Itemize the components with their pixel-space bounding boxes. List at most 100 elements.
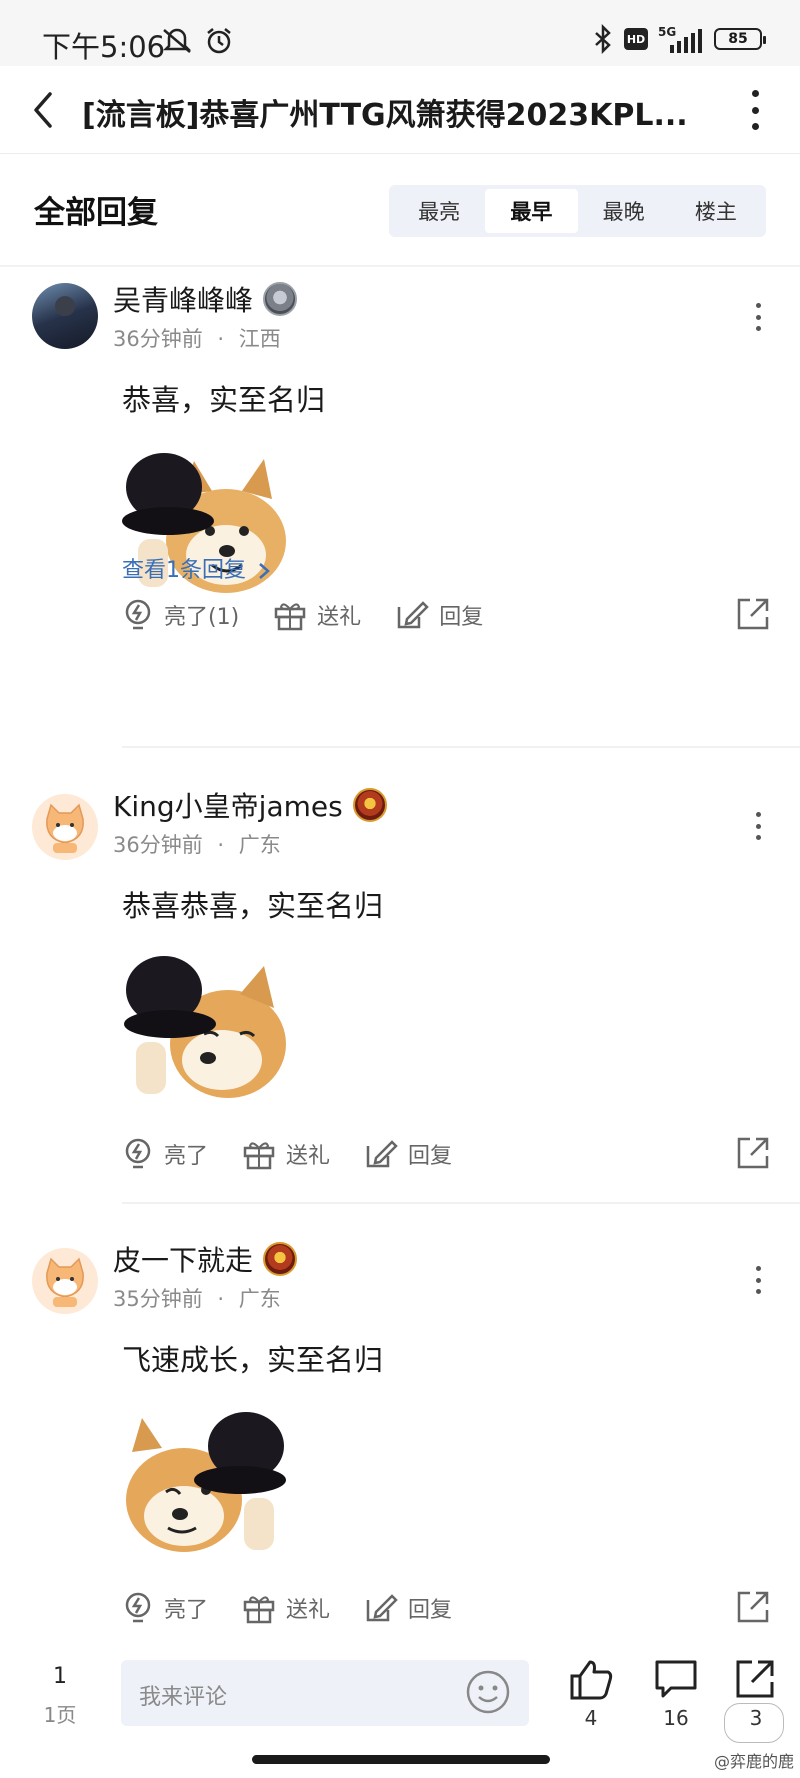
username[interactable]: 皮一下就走 <box>113 1239 253 1279</box>
comment-meta: 35分钟前 · 广东 <box>113 1283 281 1313</box>
user-badge-icon <box>263 282 298 316</box>
light-label: 亮了 <box>164 1598 209 1623</box>
reply-button[interactable]: 回复 <box>364 1138 452 1170</box>
edit-reply-icon <box>366 1140 398 1168</box>
comment-item: 皮一下就走 35分钟前 · 广东 飞速成长，实至名归 亮了 送礼 回复 <box>0 1224 800 1644</box>
divider <box>122 1202 800 1204</box>
status-icons-right: HD 5G 85 <box>592 24 766 54</box>
page-title: [流言板]恭喜广州TTG风箫获得2023KPL... <box>82 98 688 133</box>
watermark: @弈鹿的鹿 <box>713 1752 794 1771</box>
comment-time: 36分钟前 <box>113 833 203 857</box>
bluetooth-icon <box>595 24 611 54</box>
avatar[interactable] <box>32 794 98 860</box>
comment-more-icon[interactable] <box>754 1266 762 1294</box>
like-count: 4 <box>584 1706 598 1730</box>
meta-separator: · <box>217 327 225 351</box>
comments-button[interactable]: 16 <box>648 1658 704 1730</box>
weibo-watermark-logo <box>724 1703 784 1743</box>
username-row: 吴青峰峰峰 <box>113 279 298 319</box>
reply-button[interactable]: 回复 <box>395 599 483 631</box>
comment-item: 吴青峰峰峰 36分钟前 · 江西 恭喜，实至名归 查看1条回复 亮了(1) 送礼 <box>0 265 800 755</box>
comment-meta: 36分钟前 · 广东 <box>113 829 281 859</box>
username[interactable]: King小皇帝james <box>113 785 343 825</box>
sort-option-earliest[interactable]: 最早 <box>485 189 578 233</box>
gift-icon <box>274 603 306 631</box>
comment-time: 35分钟前 <box>113 1287 203 1311</box>
comment-location: 广东 <box>238 1287 281 1311</box>
light-button[interactable]: 亮了 <box>122 1136 208 1172</box>
view-replies-link[interactable]: 查看1条回复 <box>122 552 271 584</box>
chevron-right-icon <box>259 563 270 579</box>
comment-more-icon[interactable] <box>754 812 762 840</box>
gift-label: 送礼 <box>286 1598 331 1623</box>
comment-more-icon[interactable] <box>754 303 762 331</box>
home-indicator[interactable] <box>252 1755 550 1764</box>
username[interactable]: 吴青峰峰峰 <box>113 279 253 319</box>
like-button[interactable]: 4 <box>563 1658 619 1730</box>
sort-segmented-control: 最亮 最早 最晚 楼主 <box>389 185 766 237</box>
avatar[interactable] <box>32 1248 98 1314</box>
page-number: 1 <box>53 1664 67 1689</box>
back-arrow-icon[interactable] <box>28 88 58 132</box>
comment-time: 36分钟前 <box>113 327 203 351</box>
username-row: 皮一下就走 <box>113 1239 298 1279</box>
lightbulb-icon <box>125 1138 151 1169</box>
comment-location: 江西 <box>238 327 281 351</box>
comment-input[interactable]: 我来评论 <box>121 1660 529 1726</box>
sort-option-latest[interactable]: 最晚 <box>578 189 670 233</box>
username-row: King小皇帝james <box>113 785 387 825</box>
gift-button[interactable]: 送礼 <box>273 599 361 631</box>
user-badge-icon <box>263 1242 298 1276</box>
comment-text: 恭喜恭喜，实至名归 <box>122 889 384 923</box>
cat-avatar-icon <box>46 1257 84 1307</box>
battery-icon: 85 <box>714 28 766 50</box>
light-label: 亮了 <box>164 1144 209 1169</box>
reply-label: 回复 <box>408 1144 453 1169</box>
avatar[interactable] <box>32 283 98 349</box>
share-icon <box>736 1660 774 1698</box>
sort-option-op-only[interactable]: 楼主 <box>670 189 762 233</box>
gift-label: 送礼 <box>286 1144 331 1169</box>
lightbulb-icon <box>125 1592 151 1623</box>
page-indicator[interactable]: 1 1页 <box>40 1664 80 1728</box>
edit-reply-icon <box>366 1594 398 1622</box>
page-label: 1页 <box>43 1703 77 1727</box>
more-options-icon[interactable] <box>750 90 760 130</box>
light-button[interactable]: 亮了(1) <box>122 597 239 633</box>
gift-icon <box>243 1596 275 1624</box>
sort-bar: 全部回复 最亮 最早 最晚 楼主 <box>0 155 800 265</box>
comment-bubble-icon <box>655 1660 697 1698</box>
comment-meta: 36分钟前 · 江西 <box>113 323 281 353</box>
edit-reply-icon <box>397 601 429 629</box>
thumbs-up-icon <box>570 1660 613 1700</box>
cat-avatar-icon <box>46 803 84 853</box>
share-icon[interactable] <box>736 597 770 631</box>
alarm-icon <box>207 28 231 54</box>
share-icon[interactable] <box>736 1136 770 1170</box>
status-bar: 下午5:06 HD 5G 85 <box>0 0 800 66</box>
comment-location: 广东 <box>238 833 281 857</box>
gift-button[interactable]: 送礼 <box>242 1592 330 1624</box>
user-badge-icon <box>352 788 387 822</box>
meta-separator: · <box>217 833 225 857</box>
divider <box>122 746 800 748</box>
share-icon[interactable] <box>736 1590 770 1624</box>
light-button[interactable]: 亮了 <box>122 1590 208 1626</box>
comment-placeholder: 我来评论 <box>139 1685 228 1710</box>
emoji-icon[interactable] <box>465 1669 511 1715</box>
reply-label: 回复 <box>408 1598 453 1623</box>
gift-label: 送礼 <box>317 605 362 630</box>
sort-option-brightest[interactable]: 最亮 <box>393 189 485 233</box>
hd-voice-icon: HD <box>624 28 648 50</box>
comment-text: 飞速成长，实至名归 <box>122 1343 384 1377</box>
light-label: 亮了(1) <box>164 605 240 630</box>
shiba-hat-sticker-image[interactable] <box>122 1404 288 1554</box>
comment-actions: 亮了 送礼 回复 <box>122 1586 770 1630</box>
reply-button[interactable]: 回复 <box>364 1592 452 1624</box>
gift-icon <box>243 1142 275 1170</box>
comment-count: 16 <box>663 1706 689 1730</box>
gift-button[interactable]: 送礼 <box>242 1138 330 1170</box>
title-bar: [流言板]恭喜广州TTG风箫获得2023KPL... <box>0 66 800 154</box>
lightbulb-icon <box>125 599 151 630</box>
comment-actions: 亮了 送礼 回复 <box>122 1132 770 1176</box>
